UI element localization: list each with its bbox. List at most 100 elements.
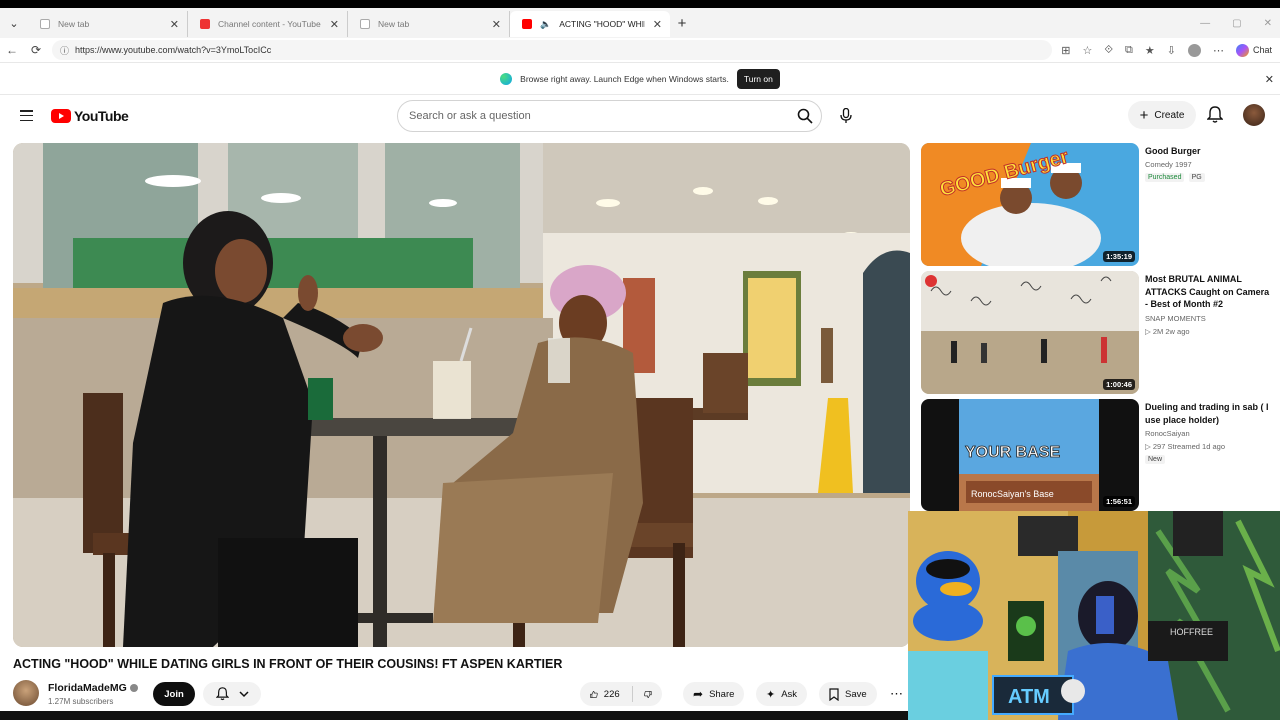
save-playlist-icon: [829, 687, 839, 701]
close-tab-icon[interactable]: ✕: [492, 18, 501, 31]
apps-icon[interactable]: ⊞: [1061, 44, 1070, 57]
ask-button[interactable]: ✦ Ask: [756, 682, 808, 706]
close-tab-icon[interactable]: ✕: [330, 18, 339, 31]
save-label: Save: [845, 688, 867, 700]
browser-tab-active[interactable]: 🔈 ACTING "HOOD" WHILE DATI ✕: [510, 11, 670, 37]
video-thumbnail[interactable]: 1:00:46: [921, 271, 1139, 394]
bottom-black-strip: [0, 711, 908, 720]
duration-badge: 1:56:51: [1103, 496, 1135, 507]
close-tab-icon[interactable]: ✕: [170, 18, 179, 31]
duration-badge: 1:00:46: [1103, 379, 1135, 390]
recommendation-title[interactable]: Good Burger: [1145, 145, 1273, 158]
verified-badge-icon: [129, 684, 138, 692]
newtab-icon: [360, 19, 370, 29]
minimize-icon[interactable]: —: [1200, 18, 1210, 29]
search-icon[interactable]: [797, 108, 813, 124]
browser-tab-strip: ⌄ New tab ✕ Channel content - YouTube St…: [0, 8, 1280, 38]
your-base-thumbnail: YOUR BASE RonocSaiyan's Base: [921, 399, 1139, 511]
browser-tab-0[interactable]: New tab ✕: [28, 11, 188, 37]
channel-action-row: FloridaMadeMG 1.27M subscribers Join 226…: [13, 680, 913, 710]
youtube-wordmark: YouTube: [74, 108, 129, 124]
channel-name: SNAP MOMENTS: [1145, 314, 1206, 323]
join-button[interactable]: Join: [153, 682, 195, 706]
close-window-icon[interactable]: ✕: [1264, 18, 1272, 29]
recommendation-item[interactable]: 1:00:46 Most BRUTAL ANIMAL ATTACKS Caugh…: [921, 271, 1271, 396]
close-tab-icon[interactable]: ✕: [653, 18, 662, 31]
share-icon: ➦: [693, 687, 704, 701]
tab-actions-chevron-icon[interactable]: ⌄: [0, 8, 28, 38]
maximize-icon[interactable]: ▢: [1232, 18, 1241, 29]
infobar-message: Browse right away. Launch Edge when Wind…: [520, 73, 729, 84]
view-stats: ▷ 297 Streamed 1d ago: [1145, 442, 1225, 451]
close-infobar-icon[interactable]: ✕: [1265, 73, 1274, 86]
more-menu-icon[interactable]: ⋯: [1213, 44, 1224, 57]
plus-icon: +: [1139, 106, 1149, 124]
channel-name-row[interactable]: FloridaMadeMG: [48, 682, 138, 694]
downloads-icon[interactable]: ⇩: [1167, 44, 1176, 57]
turn-on-button[interactable]: Turn on: [736, 68, 780, 89]
duration-badge: 1:35:19: [1103, 251, 1135, 262]
new-tab-button[interactable]: +: [670, 15, 694, 32]
edge-logo-icon: [500, 72, 513, 85]
microphone-icon: [840, 108, 852, 123]
create-button[interactable]: + Create: [1128, 101, 1196, 129]
new-badge: New: [1145, 455, 1166, 464]
favorites-icon[interactable]: ★: [1145, 44, 1155, 57]
dislike-icon[interactable]: [644, 688, 652, 701]
copilot-chat-button[interactable]: Chat: [1235, 43, 1272, 57]
screen: ⌄ New tab ✕ Channel content - YouTube St…: [0, 0, 1280, 720]
account-avatar[interactable]: [1243, 104, 1265, 126]
address-bar-row: ← ⟳ ⓘ https://www.youtube.com/watch?v=3Y…: [0, 38, 1280, 62]
tab-title: New tab: [58, 19, 90, 29]
like-icon[interactable]: [590, 688, 598, 701]
youtube-logo[interactable]: YouTube: [51, 108, 129, 124]
channel-name[interactable]: FloridaMadeMG: [48, 682, 127, 694]
video-frame: [13, 143, 910, 647]
recommendation-item[interactable]: GOOD Burger 1:35:19 Good Burger Comedy 1…: [921, 143, 1271, 268]
url-field[interactable]: ⓘ https://www.youtube.com/watch?v=3YmoLT…: [52, 40, 1052, 60]
channel-avatar[interactable]: [13, 680, 39, 706]
favorite-star-icon[interactable]: ☆: [1082, 44, 1092, 57]
share-label: Share: [709, 688, 735, 700]
speaker-icon[interactable]: 🔈: [540, 19, 551, 30]
like-count: 226: [603, 688, 620, 700]
create-label: Create: [1154, 109, 1185, 121]
chat-label: Chat: [1252, 45, 1272, 55]
back-arrow-icon[interactable]: ←: [0, 38, 24, 62]
voice-search-button[interactable]: [834, 104, 858, 128]
more-actions-icon[interactable]: ⋯: [890, 686, 903, 702]
browser-tab-2[interactable]: New tab ✕: [348, 11, 510, 37]
copilot-icon: [1235, 43, 1249, 57]
search-input[interactable]: Search or ask a question: [397, 100, 822, 132]
browser-toolbar-icons: ⊞ ☆ ⟐ ⧉ ★ ⇩ ⋯ Chat: [1061, 38, 1272, 62]
subscription-bell-button[interactable]: [203, 682, 261, 706]
ask-label: Ask: [781, 688, 798, 700]
recommendation-item[interactable]: YOUR BASE RonocSaiyan's Base 1:56:51 Due…: [921, 399, 1271, 511]
notifications-bell-icon[interactable]: [1207, 106, 1223, 124]
youtube-icon: [522, 19, 532, 29]
site-info-icon[interactable]: ⓘ: [60, 44, 69, 57]
sparkle-icon: ✦: [766, 688, 776, 701]
collections-icon[interactable]: ⧉: [1125, 44, 1133, 57]
video-player[interactable]: [13, 143, 910, 647]
newtab-icon: [40, 19, 50, 29]
recommendation-title[interactable]: Dueling and trading in sab ( I use place…: [1145, 401, 1273, 426]
hamburger-menu-icon[interactable]: [20, 110, 33, 121]
divider: [631, 686, 633, 702]
edge-startup-infobar: Browse right away. Launch Edge when Wind…: [0, 62, 1280, 95]
extensions-icon[interactable]: ⟐: [1104, 44, 1113, 57]
refresh-icon[interactable]: ⟳: [24, 38, 48, 62]
recommendation-title[interactable]: Most BRUTAL ANIMAL ATTACKS Caught on Cam…: [1145, 273, 1273, 311]
bell-icon: [215, 687, 229, 701]
save-button[interactable]: Save: [819, 682, 877, 706]
video-title: ACTING "HOOD" WHILE DATING GIRLS IN FRON…: [13, 657, 563, 671]
profile-icon[interactable]: [1187, 43, 1201, 57]
video-thumbnail[interactable]: YOUR BASE RonocSaiyan's Base 1:56:51: [921, 399, 1139, 511]
chevron-down-icon: [238, 690, 249, 697]
recommendation-meta: Comedy 1997: [1145, 160, 1192, 169]
video-thumbnail[interactable]: GOOD Burger 1:35:19: [921, 143, 1139, 266]
browser-tab-1[interactable]: Channel content - YouTube Studio ✕: [188, 11, 348, 37]
top-black-bar: [0, 0, 1280, 8]
share-button[interactable]: ➦ Share: [683, 682, 745, 706]
good-burger-thumbnail: GOOD Burger: [921, 143, 1139, 266]
